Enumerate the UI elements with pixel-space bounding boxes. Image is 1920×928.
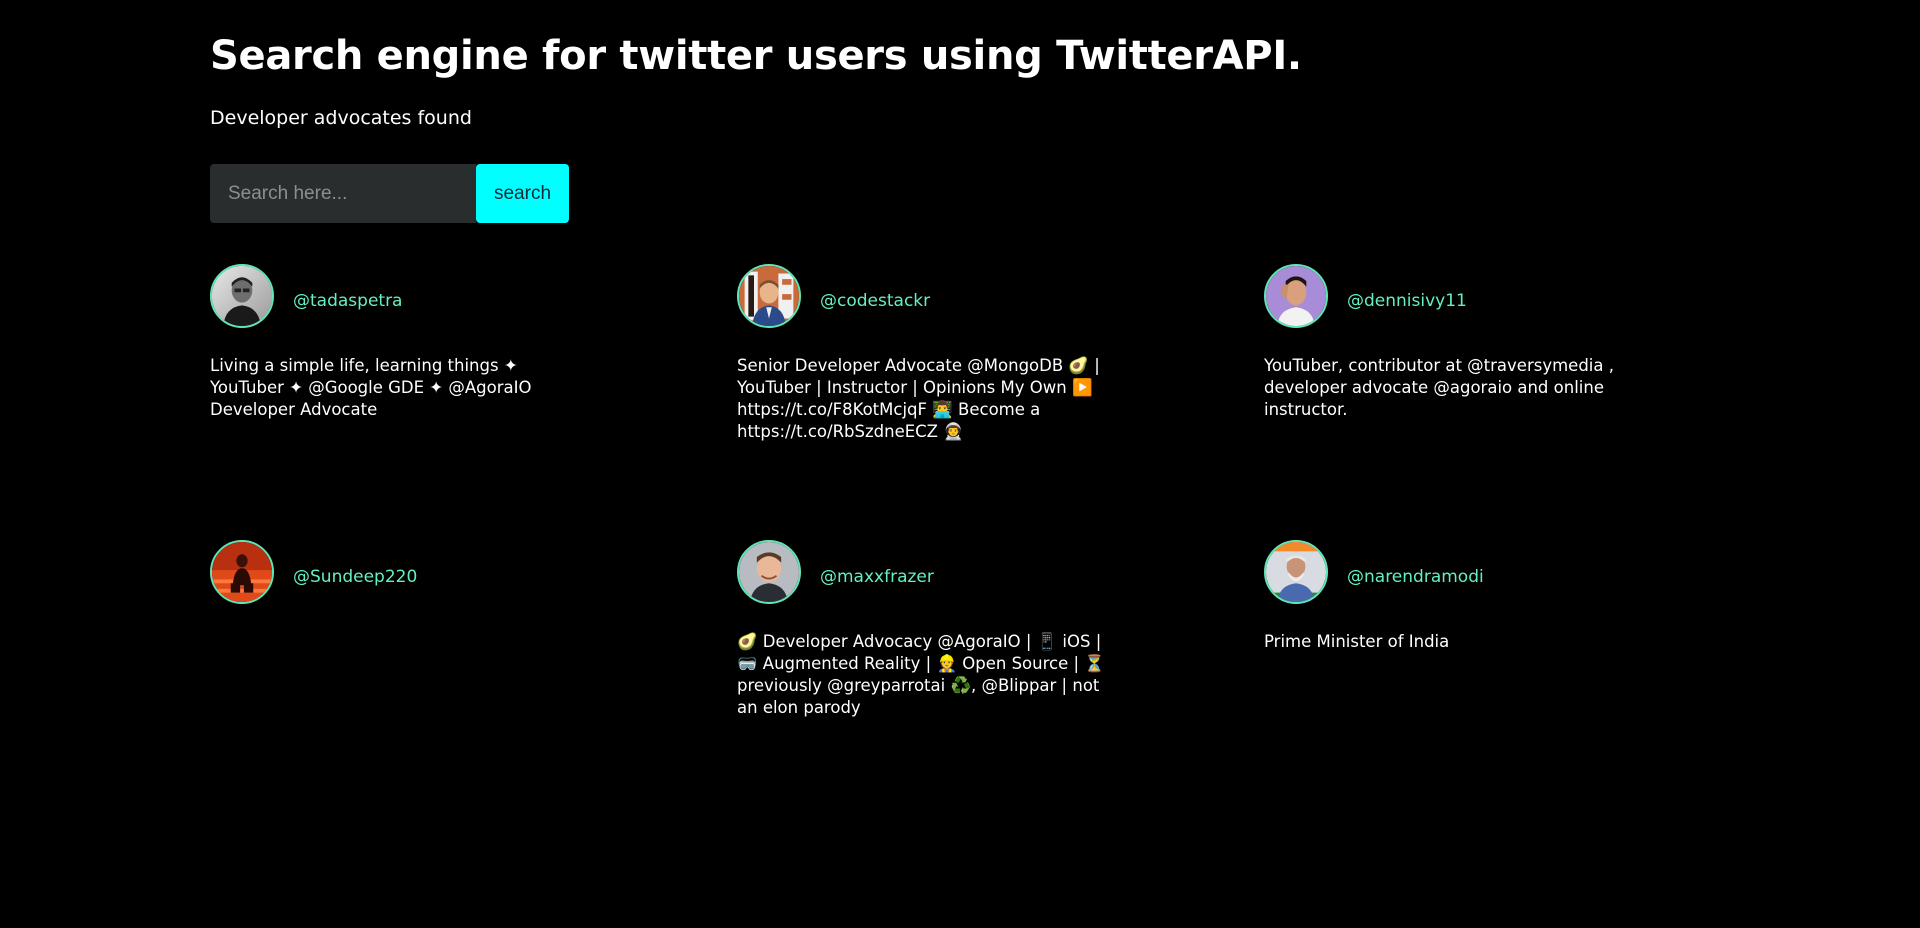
user-bio: 🥑 Developer Advocacy @AgoraIO | 📱 iOS | …: [737, 632, 1105, 717]
avatar-image: [212, 266, 272, 326]
user-card-header: @maxxfrazer: [737, 539, 1264, 605]
user-card: @tadaspetra Living a simple life, learni…: [210, 263, 737, 539]
user-bio: Living a simple life, learning things ✦ …: [210, 356, 532, 419]
avatar[interactable]: [210, 540, 274, 604]
user-card-header: @narendramodi: [1264, 539, 1710, 605]
avatar[interactable]: [1264, 264, 1328, 328]
avatar[interactable]: [737, 540, 801, 604]
avatar-image: [212, 542, 272, 602]
avatar[interactable]: [210, 264, 274, 328]
user-handle[interactable]: @tadaspetra: [293, 281, 402, 311]
user-card-header: @codestackr: [737, 263, 1264, 329]
avatar[interactable]: [1264, 540, 1328, 604]
user-handle[interactable]: @maxxfrazer: [820, 557, 934, 587]
page-title: Search engine for twitter users using Tw…: [210, 33, 1302, 79]
user-card: @Sundeep220: [210, 539, 737, 815]
user-bio: Senior Developer Advocate @MongoDB 🥑 | Y…: [737, 356, 1100, 441]
results-subtitle: Developer advocates found: [210, 107, 472, 129]
user-handle[interactable]: @dennisivy11: [1347, 281, 1467, 311]
main-container: Search engine for twitter users using Tw…: [210, 0, 1710, 815]
avatar[interactable]: [737, 264, 801, 328]
user-card: @codestackr Senior Developer Advocate @M…: [737, 263, 1264, 539]
user-results-grid: @tadaspetra Living a simple life, learni…: [210, 263, 1710, 815]
search-button[interactable]: search: [476, 164, 569, 223]
user-bio: YouTuber, contributor at @traversymedia …: [1264, 356, 1614, 419]
user-handle[interactable]: @Sundeep220: [293, 557, 417, 587]
avatar-image: [739, 266, 799, 326]
avatar-image: [739, 542, 799, 602]
user-card-header: @Sundeep220: [210, 539, 737, 605]
avatar-image: [1266, 266, 1326, 326]
user-handle[interactable]: @codestackr: [820, 281, 930, 311]
user-card: @maxxfrazer 🥑 Developer Advocacy @AgoraI…: [737, 539, 1264, 815]
user-card-header: @dennisivy11: [1264, 263, 1710, 329]
search-bar: search: [210, 164, 1710, 223]
user-card-header: @tadaspetra: [210, 263, 737, 329]
avatar-image: [1266, 542, 1326, 602]
user-handle[interactable]: @narendramodi: [1347, 557, 1484, 587]
search-input[interactable]: [210, 164, 476, 223]
user-card: @dennisivy11 YouTuber, contributor at @t…: [1264, 263, 1710, 539]
user-bio: Prime Minister of India: [1264, 632, 1450, 651]
user-card: @narendramodi Prime Minister of India: [1264, 539, 1710, 815]
